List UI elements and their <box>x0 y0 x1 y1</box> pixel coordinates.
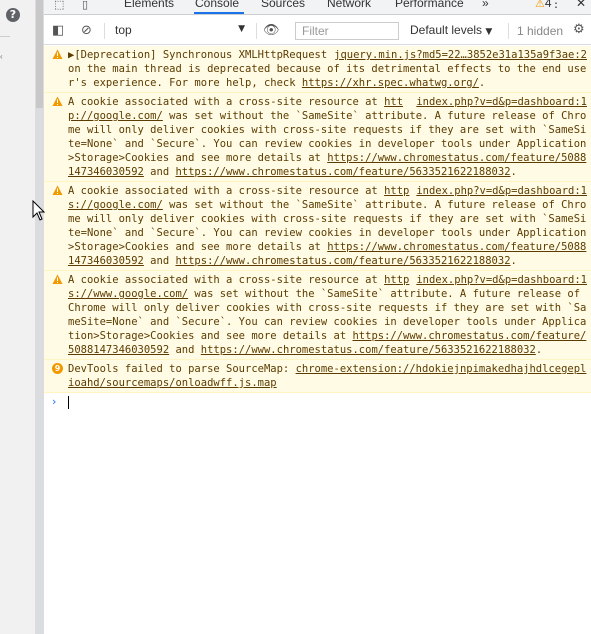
hidden-messages-count: 1 hidden <box>517 24 564 38</box>
devtools-splitter[interactable] <box>35 0 44 634</box>
message-source-link[interactable]: index.php?v=d&p=dashboard:1 <box>416 184 587 198</box>
warning-icon <box>52 185 63 196</box>
message-text: A cookie associated with a cross-site re… <box>68 185 385 197</box>
warning-icon <box>52 274 63 285</box>
clear-console-icon[interactable]: ⊘ <box>81 23 92 38</box>
message-text: . <box>510 255 517 267</box>
close-icon[interactable]: ✕ <box>576 0 586 10</box>
live-expression-eye-icon[interactable]: 👁 <box>263 23 280 38</box>
message-source-link[interactable]: index.php?v=d&p=dashboard:1 <box>416 95 587 109</box>
repeat-count-badge: 9 <box>52 363 63 374</box>
message-text: . <box>535 344 543 356</box>
prompt-chevron-icon: › <box>52 395 57 408</box>
console-message: index.php?v=d&p=dashboard:1 A cookie asso… <box>44 182 591 271</box>
message-link[interactable]: https://www.chromestatus.com/feature/563… <box>175 255 510 267</box>
kebab-menu-icon[interactable]: ⋮ <box>550 0 562 10</box>
tab-console[interactable]: Console <box>195 0 239 10</box>
console-message: 9 DevTools failed to parse SourceMap: chr… <box>44 360 591 393</box>
filter-input[interactable]: Filter <box>295 22 399 40</box>
tab-elements[interactable]: Elements <box>124 0 174 10</box>
console-message: jquery.min.js?md5=22…3852e31a135a9f3ae:2… <box>44 46 591 93</box>
console-messages: jquery.min.js?md5=22…3852e31a135a9f3ae:2… <box>44 46 591 411</box>
inspect-element-icon[interactable]: ⬚ <box>54 0 64 11</box>
toolbar-divider <box>256 23 257 39</box>
message-link[interactable]: https://www.chromestatus.com/feature/563… <box>175 166 510 178</box>
message-source-link[interactable]: index.php?v=d&p=dashboard:1 <box>416 273 587 287</box>
devtools-tabbar: ⬚ ▯ Elements Console Sources Network Per… <box>44 0 591 15</box>
warning-icon: ⚠ <box>535 0 545 10</box>
console-message: index.php?v=d&p=dashboard:1 A cookie asso… <box>44 271 591 360</box>
active-tab-indicator <box>194 12 244 14</box>
scrollbar-thumb[interactable] <box>36 0 43 108</box>
message-text: DevTools failed to parse SourceMap: <box>68 363 296 375</box>
message-text: A cookie associated with a cross-site re… <box>68 96 385 108</box>
help-icon[interactable]: ? <box>6 8 20 22</box>
warning-icon <box>52 96 63 107</box>
message-text: and <box>169 344 201 356</box>
warning-icon <box>52 49 63 60</box>
gear-icon[interactable]: ⚙ <box>573 22 585 37</box>
text-caret <box>68 396 69 409</box>
console-message: index.php?v=d&p=dashboard:1 A cookie asso… <box>44 93 591 182</box>
sidebar-toggle-icon[interactable]: ◧ <box>52 23 64 38</box>
log-levels-dropdown[interactable]: Default levels ▼ <box>410 23 492 37</box>
chevron-left-icon: ‹ <box>0 52 3 61</box>
toolbar-divider <box>104 23 105 39</box>
context-select[interactable]: top ▼ <box>115 23 245 40</box>
message-text: A cookie associated with a cross-site re… <box>68 274 385 286</box>
toolbar-divider <box>508 23 509 39</box>
message-link[interactable]: https://www.chromestatus.com/feature/563… <box>201 344 536 356</box>
device-toolbar-icon[interactable]: ▯ <box>82 0 88 11</box>
console-toolbar: ◧ ⊘ top ▼ 👁 Filter Default levels ▼ 1 hi… <box>44 19 591 45</box>
tab-network[interactable]: Network <box>327 0 371 10</box>
page-area: ? ‹ <box>0 0 35 634</box>
mouse-cursor-icon <box>32 200 46 221</box>
more-tabs-icon[interactable]: » <box>482 0 489 10</box>
chevron-down-icon: ▼ <box>485 27 493 37</box>
context-value: top <box>115 23 132 37</box>
message-source-link[interactable]: jquery.min.js?md5=22…3852e31a135a9f3ae:2 <box>334 48 587 62</box>
tab-performance[interactable]: Performance <box>395 0 464 10</box>
message-text: and <box>143 255 176 267</box>
message-text: . <box>478 77 486 89</box>
devtools-panel: ⬚ ▯ Elements Console Sources Network Per… <box>44 0 591 634</box>
chevron-down-icon: ▼ <box>238 24 245 34</box>
message-link[interactable]: https://xhr.spec.whatwg.org/ <box>302 77 479 89</box>
tab-sources[interactable]: Sources <box>261 0 305 10</box>
console-prompt[interactable]: › <box>44 393 591 411</box>
message-text: . <box>510 166 517 178</box>
message-text: and <box>143 166 176 178</box>
log-levels-label: Default levels <box>410 23 483 37</box>
page-divider <box>0 36 10 37</box>
